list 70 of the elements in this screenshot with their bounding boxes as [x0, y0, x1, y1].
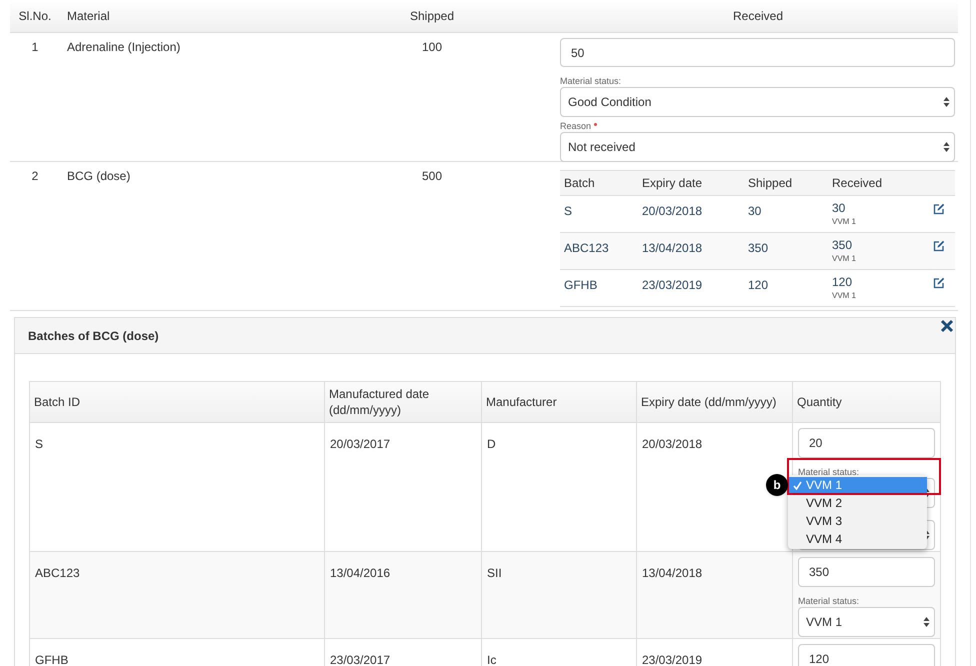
status-text: VVM 1 — [832, 216, 856, 228]
table-cell: Ic — [487, 653, 496, 666]
select-field[interactable]: Good Condition — [560, 87, 955, 117]
panel-title: Batches of BCG (dose) — [28, 328, 159, 344]
column-header: Shipped — [748, 176, 792, 190]
table-cell: BCG (dose) — [67, 169, 130, 183]
column-header: Batch — [564, 176, 595, 190]
check-icon — [793, 480, 802, 490]
select-arrows-icon — [943, 141, 950, 153]
input-field[interactable]: 50 — [560, 38, 955, 67]
table-cell: 23/03/2019 — [642, 653, 702, 666]
table-cell: D — [487, 437, 496, 451]
annotation-badge: b — [766, 474, 788, 496]
table-cell: 30 — [832, 202, 846, 215]
close-icon[interactable] — [940, 319, 954, 333]
table-cell: 13/04/2018 — [642, 241, 702, 255]
table-cell: 13/04/2018 — [642, 566, 702, 580]
status-text: VVM 1 — [832, 290, 856, 302]
field-label: Reason — [560, 121, 592, 131]
select-arrows-icon — [943, 96, 950, 108]
column-header: Received — [732, 9, 784, 23]
select-field[interactable]: Not received — [560, 132, 955, 162]
dropdown-option[interactable]: VVM 2 — [788, 495, 927, 511]
dropdown-option[interactable]: VVM 4 — [788, 531, 927, 547]
table-cell: SII — [487, 566, 502, 580]
column-header: Expiry date — [642, 176, 702, 190]
column-header: Batch ID — [34, 394, 80, 410]
dropdown-option[interactable]: VVM 3 — [788, 513, 927, 529]
edit-icon[interactable] — [932, 240, 944, 252]
column-header: Manufacturer — [486, 394, 557, 410]
column-header: Received — [832, 176, 882, 190]
input-field[interactable]: 20 — [798, 428, 935, 458]
column-header: Shipped — [410, 9, 454, 23]
table-cell: 23/03/2019 — [642, 278, 702, 292]
input-field[interactable]: 350 — [798, 557, 935, 587]
column-header: Manufactured date (dd/mm/yyyy) — [329, 386, 430, 418]
table-cell: 2 — [32, 169, 38, 183]
table-cell: 120 — [748, 278, 768, 292]
table-cell: 30 — [748, 204, 762, 218]
table-cell: 100 — [422, 40, 442, 54]
column-header: Material — [67, 9, 110, 23]
field-label: Material status: — [798, 467, 860, 477]
table-cell: 120 — [832, 276, 852, 289]
column-header: Expiry date (dd/mm/yyyy) — [641, 394, 776, 410]
column-header: Sl.No. — [18, 9, 52, 23]
table-cell: Adrenaline (Injection) — [67, 40, 180, 54]
table-cell: 500 — [422, 169, 442, 183]
table-cell: 350 — [748, 241, 768, 255]
table-cell: GFHB — [564, 278, 598, 292]
table-cell: 350 — [832, 239, 852, 252]
status-text: VVM 1 — [832, 253, 856, 265]
table-cell: S — [35, 437, 44, 451]
table-cell: 20/03/2018 — [642, 437, 702, 451]
edit-icon[interactable] — [932, 277, 944, 289]
table-cell: ABC123 — [564, 241, 609, 255]
table-cell: 20/03/2018 — [642, 204, 702, 218]
table-cell: 20/03/2017 — [330, 437, 390, 451]
input-field[interactable]: 120 — [798, 644, 935, 666]
column-header: Quantity — [797, 394, 842, 410]
table-cell: S — [564, 204, 572, 218]
edit-icon[interactable] — [932, 203, 944, 215]
table-cell: ABC123 — [35, 566, 80, 580]
select-arrows-icon — [923, 616, 930, 628]
table-cell: 13/04/2016 — [330, 566, 390, 580]
table-cell: GFHB — [35, 653, 68, 666]
select-field[interactable]: VVM 1 — [798, 607, 935, 637]
table-cell: 1 — [32, 40, 38, 54]
table-cell: 23/03/2017 — [330, 653, 390, 666]
field-label: Material status: — [560, 76, 622, 86]
field-label: Material status: — [798, 596, 860, 606]
